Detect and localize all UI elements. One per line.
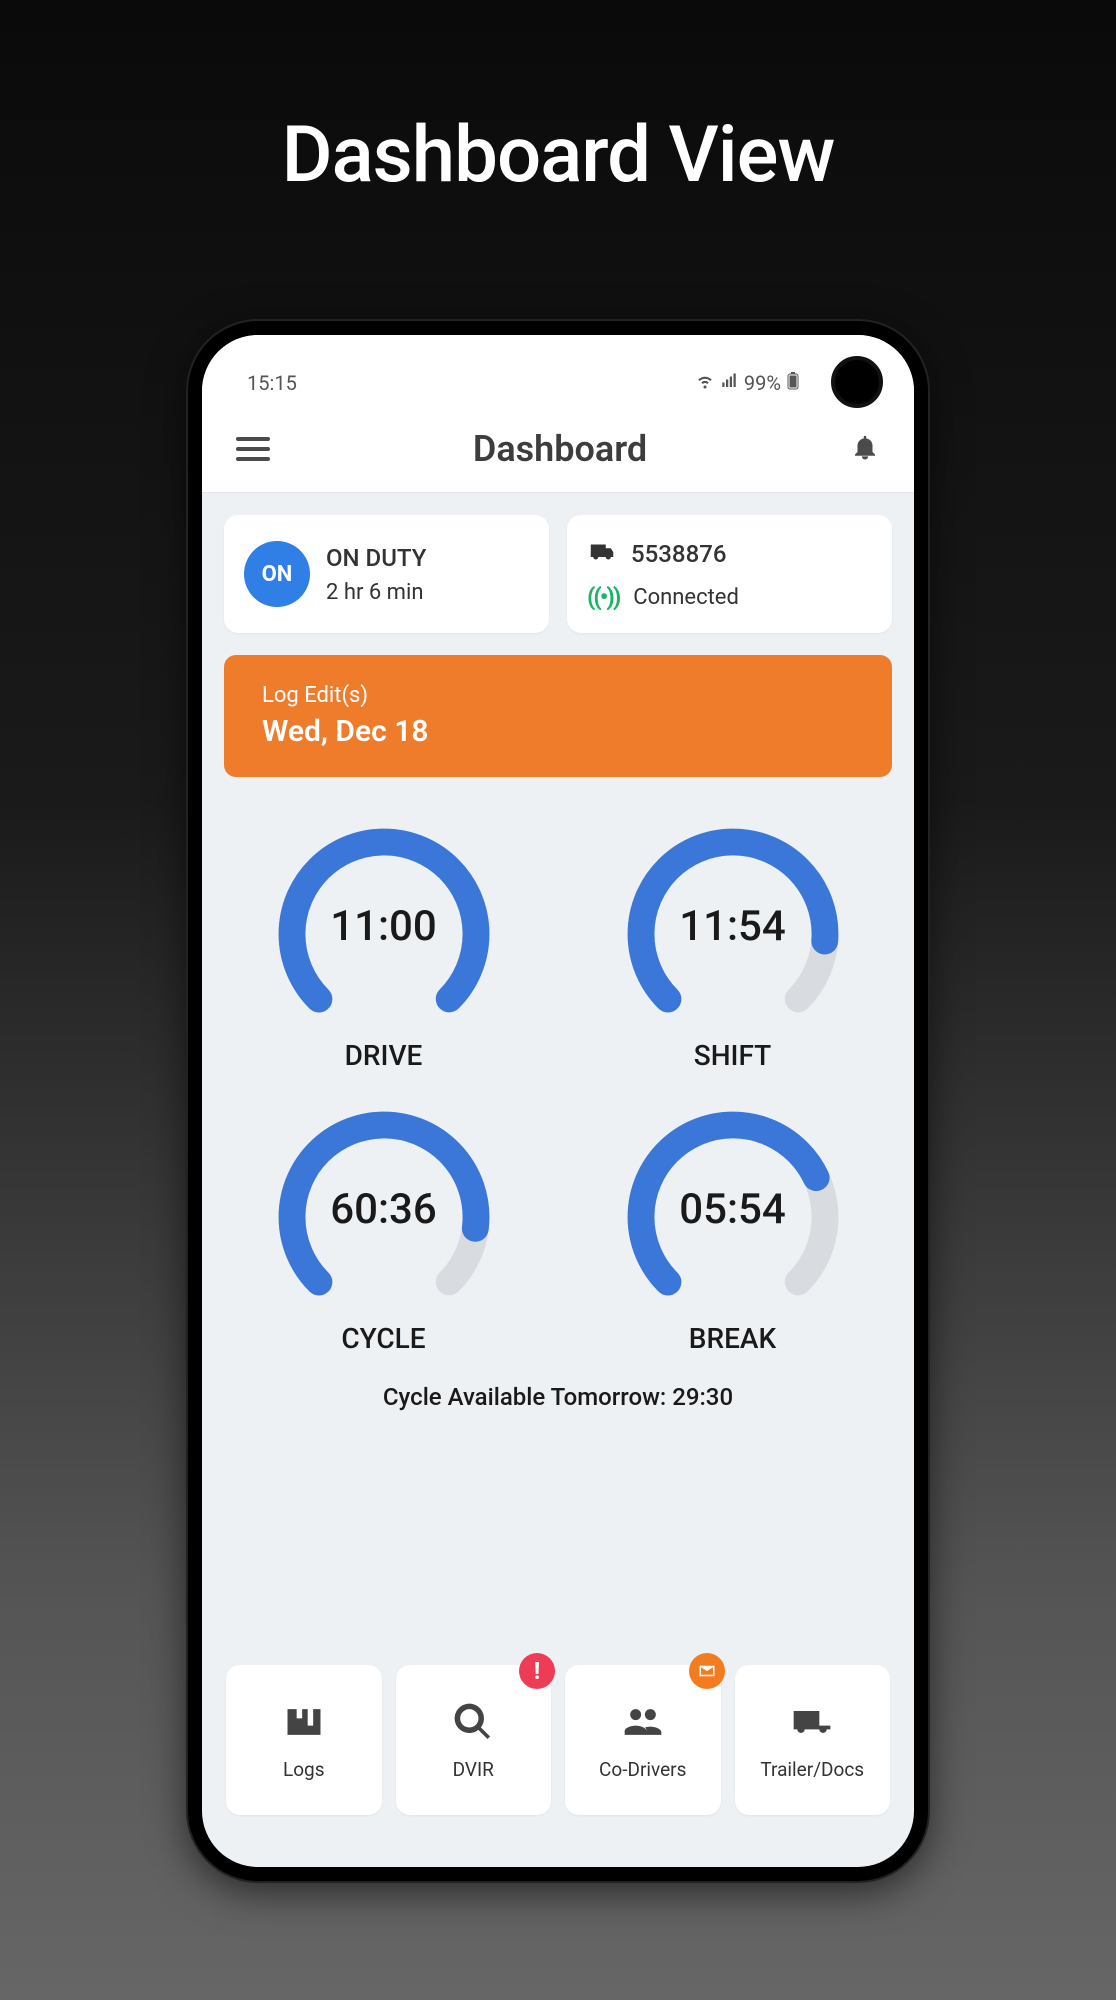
- gauge-cycle-time: 60:36: [330, 1185, 437, 1234]
- gauge-shift[interactable]: 11:54 SHIFT: [583, 819, 882, 1072]
- tile-trailer[interactable]: Trailer/Docs: [735, 1665, 891, 1815]
- on-badge: ON: [244, 541, 310, 607]
- tile-dvir[interactable]: ! DVIR: [396, 1665, 552, 1815]
- promo-title: Dashboard View: [282, 110, 835, 201]
- trailer-icon: [790, 1700, 834, 1744]
- gauge-break-time: 05:54: [679, 1185, 786, 1234]
- search-icon: [451, 1700, 495, 1744]
- gauges-grid: 11:00 DRIVE 11:54 SHIFT: [224, 799, 892, 1355]
- tile-dvir-label: DVIR: [453, 1758, 494, 1781]
- gauge-shift-time: 11:54: [679, 902, 786, 951]
- vehicle-id: 5538876: [631, 540, 726, 568]
- duty-status-label: ON DUTY: [326, 544, 426, 572]
- camera-cutout: [831, 356, 883, 408]
- banner-date: Wed, Dec 18: [262, 714, 854, 749]
- people-icon: [621, 1700, 665, 1744]
- status-time: 15:15: [247, 371, 297, 395]
- phone-frame: 15:15 99% Dashboard: [188, 321, 928, 1881]
- tile-logs-label: Logs: [283, 1758, 325, 1781]
- connected-icon: ((•)): [587, 583, 619, 611]
- dvir-alert-badge: !: [519, 1653, 555, 1689]
- cycle-available-note: Cycle Available Tomorrow: 29:30: [224, 1383, 892, 1411]
- notifications-icon[interactable]: [850, 432, 880, 466]
- duty-status-card[interactable]: ON ON DUTY 2 hr 6 min: [224, 515, 549, 633]
- log-edits-banner[interactable]: Log Edit(s) Wed, Dec 18: [224, 655, 892, 777]
- phone-screen: 15:15 99% Dashboard: [202, 335, 914, 1867]
- bottom-tiles: Logs ! DVIR Co-Drivers Trailer/Docs: [224, 1665, 892, 1845]
- app-header: Dashboard: [202, 405, 914, 493]
- truck-icon: [587, 537, 617, 571]
- page-title: Dashboard: [473, 428, 647, 470]
- gauge-break[interactable]: 05:54 BREAK: [583, 1102, 882, 1355]
- status-bar: 15:15 99%: [202, 335, 914, 405]
- gauge-drive-time: 11:00: [330, 902, 437, 951]
- signal-icon: [720, 371, 738, 395]
- battery-text: 99%: [744, 371, 781, 395]
- gauge-drive[interactable]: 11:00 DRIVE: [234, 819, 533, 1072]
- tile-codrivers[interactable]: Co-Drivers: [565, 1665, 721, 1815]
- logs-icon: [282, 1700, 326, 1744]
- mail-icon: [698, 1662, 716, 1680]
- duty-duration: 2 hr 6 min: [326, 580, 426, 605]
- tile-codrivers-label: Co-Drivers: [599, 1758, 686, 1781]
- vehicle-card[interactable]: 5538876 ((•)) Connected: [567, 515, 892, 633]
- codrivers-mail-badge: [689, 1653, 725, 1689]
- tile-trailer-label: Trailer/Docs: [760, 1758, 864, 1781]
- wifi-icon: [696, 371, 714, 395]
- banner-label: Log Edit(s): [262, 683, 854, 708]
- tile-logs[interactable]: Logs: [226, 1665, 382, 1815]
- connection-status: Connected: [633, 585, 739, 610]
- menu-icon[interactable]: [236, 437, 270, 461]
- content-area: ON ON DUTY 2 hr 6 min 5538876: [202, 493, 914, 1867]
- gauge-cycle[interactable]: 60:36 CYCLE: [234, 1102, 533, 1355]
- battery-icon: [787, 371, 799, 395]
- status-right: 99%: [696, 371, 799, 395]
